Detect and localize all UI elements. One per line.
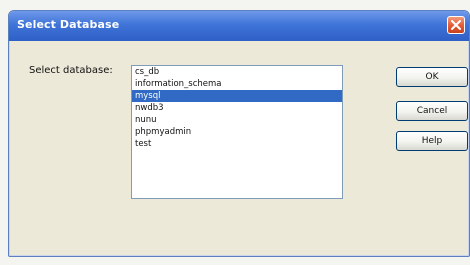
list-item-phpmyadmin[interactable]: phpmyadmin (132, 126, 342, 138)
ok-button[interactable]: OK (396, 67, 468, 87)
title-bar[interactable]: Select Database (9, 11, 469, 41)
list-item-information-schema[interactable]: information_schema (132, 78, 342, 90)
list-item-nwdb3[interactable]: nwdb3 (132, 102, 342, 114)
select-database-dialog: Select Database Select database: cs_db i… (8, 10, 470, 257)
window-title: Select Database (17, 18, 120, 31)
close-icon (451, 20, 461, 30)
dialog-content: Select database: cs_db information_schem… (19, 47, 468, 245)
list-item-cs-db[interactable]: cs_db (132, 66, 342, 78)
close-button[interactable] (447, 16, 465, 34)
select-database-label: Select database: (29, 65, 113, 76)
database-listbox[interactable]: cs_db information_schema mysql nwdb3 nun… (131, 65, 343, 199)
list-item-test[interactable]: test (132, 138, 342, 150)
list-item-mysql[interactable]: mysql (132, 90, 342, 102)
help-button[interactable]: Help (396, 131, 468, 151)
cancel-button[interactable]: Cancel (396, 101, 468, 121)
list-item-nunu[interactable]: nunu (132, 114, 342, 126)
